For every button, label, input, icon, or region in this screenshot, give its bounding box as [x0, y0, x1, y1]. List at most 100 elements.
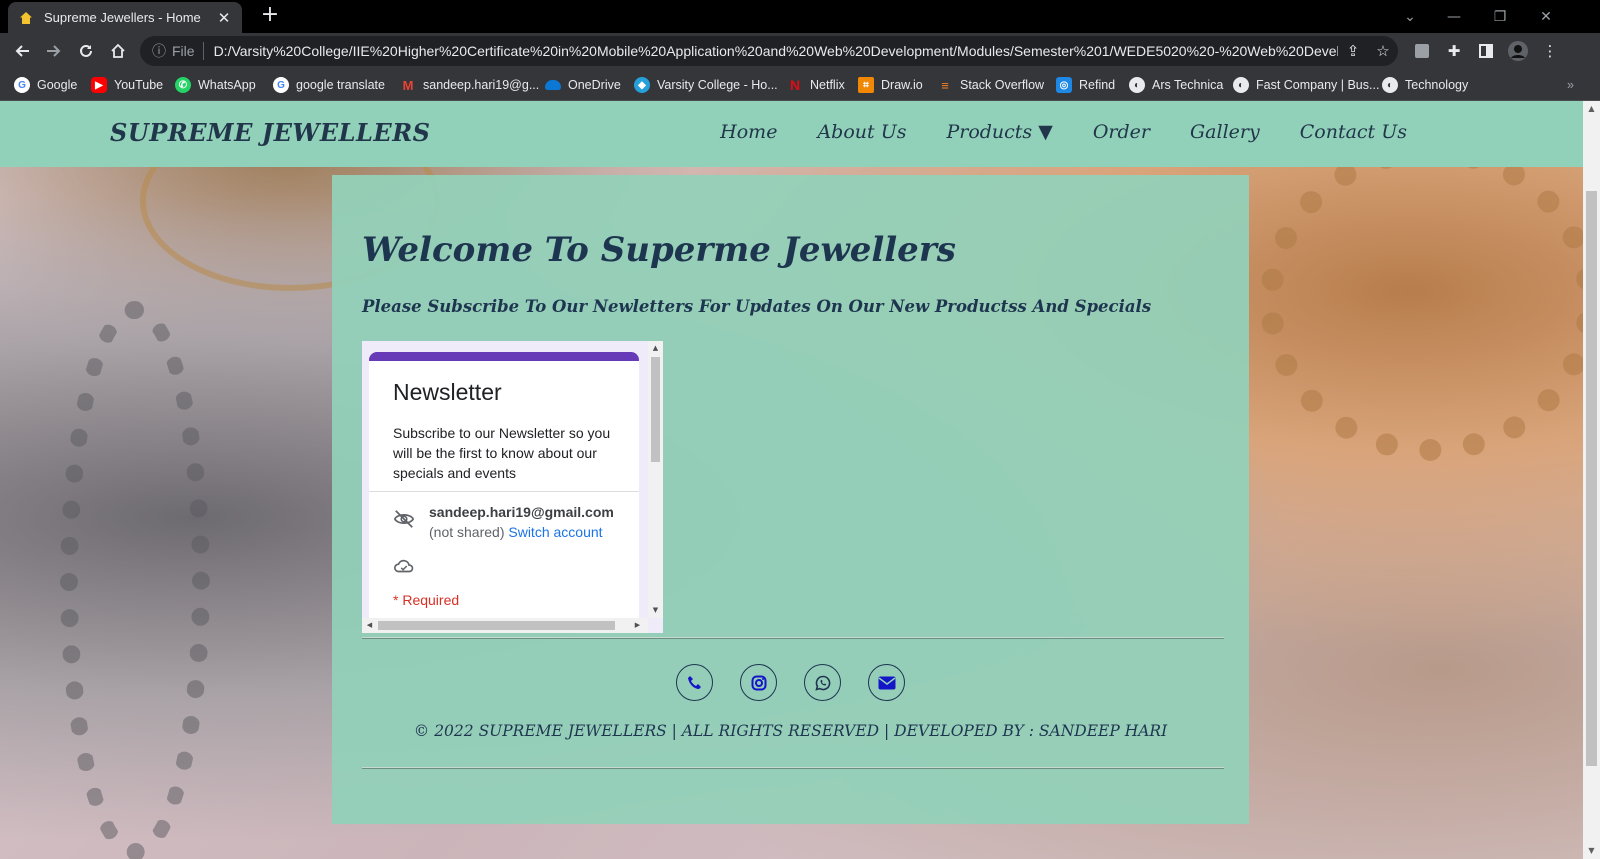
- bookmark-youtube[interactable]: ▶ YouTube: [91, 76, 163, 94]
- reload-button[interactable]: [74, 39, 98, 63]
- bookmark-netflix[interactable]: N Netflix: [787, 76, 845, 94]
- bookmark-gmail[interactable]: Msandeep.hari19@g...: [400, 76, 540, 94]
- info-icon[interactable]: ⓘ: [152, 41, 166, 61]
- form-divider: [369, 491, 639, 492]
- iframe-vertical-scrollbar[interactable]: ▲ ▼: [648, 341, 663, 618]
- brand-logo[interactable]: SUPREME JEWELLERS: [110, 118, 430, 147]
- bookmark-drawio[interactable]: ⌗ Draw.io: [858, 76, 923, 94]
- instagram-link[interactable]: [740, 664, 777, 701]
- scroll-down-arrow-icon[interactable]: ▼: [648, 603, 663, 618]
- more-bookmarks-button[interactable]: »: [1567, 76, 1574, 94]
- side-panel-icon[interactable]: [1476, 41, 1496, 61]
- youtube-icon: ▶: [91, 77, 107, 93]
- account-status: (not shared) Switch account: [429, 524, 603, 540]
- copyright-text: © 2022 SUPREME JEWELLERS | ALL RIGHTS RE…: [413, 722, 1168, 740]
- bookmark-google[interactable]: G Google: [14, 76, 77, 94]
- footer-divider-top: [362, 637, 1224, 638]
- nav-contact-us[interactable]: Contact Us: [1300, 121, 1407, 143]
- email-icon: [878, 676, 895, 689]
- browser-tab[interactable]: Supreme Jewellers - Home ✕: [8, 2, 242, 33]
- bookmark-label: YouTube: [114, 78, 164, 92]
- share-icon[interactable]: ⇪: [1338, 42, 1368, 60]
- page-scroll-down-icon[interactable]: ▼: [1583, 843, 1600, 859]
- globe-icon: ◐: [1233, 77, 1249, 93]
- scroll-up-arrow-icon[interactable]: ▲: [648, 341, 663, 356]
- main-nav: Home About Us Products ▼ Order Gallery C…: [680, 121, 1407, 143]
- instagram-icon: [751, 675, 766, 690]
- home-favicon-icon: [18, 10, 34, 26]
- page-viewport: SUPREME JEWELLERS Home About Us Products…: [0, 101, 1600, 859]
- bookmark-label: Draw.io: [881, 78, 923, 92]
- bookmark-fast-company[interactable]: ◐ Fast Company | Bus...: [1233, 76, 1379, 94]
- back-button[interactable]: [10, 39, 34, 63]
- menu-kebab-icon[interactable]: ⋮: [1540, 41, 1560, 61]
- bookmark-whatsapp[interactable]: ✆ WhatsApp: [175, 76, 256, 94]
- extension-icon[interactable]: [1412, 41, 1432, 61]
- required-note: * Required: [393, 592, 460, 608]
- form-title: Newsletter: [393, 379, 502, 405]
- whatsapp-icon: [814, 675, 830, 691]
- address-scheme: File: [172, 43, 195, 59]
- nav-about-us[interactable]: About Us: [817, 121, 906, 143]
- page-scrollbar[interactable]: ▲ ▼: [1583, 101, 1600, 859]
- nav-gallery[interactable]: Gallery: [1190, 121, 1260, 143]
- varsity-icon: ◆: [634, 77, 650, 93]
- tab-strip: Supreme Jewellers - Home ✕ + ⌄ — ❐ ✕: [0, 0, 1600, 33]
- address-url[interactable]: D:/Varsity%20College/IIE%20Higher%20Cert…: [214, 43, 1338, 59]
- switch-account-link[interactable]: Switch account: [508, 524, 602, 540]
- page-scroll-up-icon[interactable]: ▲: [1583, 101, 1600, 117]
- newsletter-form-iframe[interactable]: Newsletter Subscribe to our Newsletter s…: [362, 341, 663, 633]
- forward-button[interactable]: [42, 39, 66, 63]
- iframe-scroll-thumb[interactable]: [651, 357, 660, 462]
- bookmark-refind[interactable]: ◎ Refind: [1056, 76, 1115, 94]
- page-scroll-thumb[interactable]: [1586, 191, 1597, 766]
- scroll-right-arrow-icon[interactable]: ▶: [630, 618, 645, 633]
- bookmark-stackoverflow[interactable]: ≡ Stack Overflow: [937, 76, 1044, 94]
- extensions-puzzle-icon[interactable]: ✚: [1444, 41, 1464, 61]
- bookmark-technology[interactable]: ◐ Technology: [1382, 76, 1468, 94]
- form-description: Subscribe to our Newsletter so you will …: [393, 425, 611, 481]
- tab-title: Supreme Jewellers - Home: [44, 10, 201, 25]
- bookmarks-bar: G Google ▶ YouTube ✆ WhatsApp Ggoogle trans…: [0, 69, 1600, 101]
- bookmark-google-translate[interactable]: Ggoogle translate: [273, 76, 385, 94]
- close-window-button[interactable]: ✕: [1524, 0, 1568, 33]
- stackoverflow-icon: ≡: [941, 77, 949, 93]
- gold-chain-decoration: [1260, 141, 1600, 461]
- bookmark-varsity[interactable]: ◆ Varsity College - Ho...: [634, 76, 778, 94]
- tab-close-icon[interactable]: ✕: [216, 9, 232, 27]
- scroll-left-arrow-icon[interactable]: ◀: [362, 618, 377, 633]
- bookmark-onedrive[interactable]: OneDrive: [545, 76, 621, 94]
- nav-home[interactable]: Home: [720, 121, 777, 143]
- nav-products[interactable]: Products ▼: [946, 121, 1052, 143]
- tab-search-icon[interactable]: ⌄: [1388, 0, 1432, 33]
- iframe-horizontal-scrollbar[interactable]: ◀ ▶: [362, 618, 648, 633]
- restore-button[interactable]: ❐: [1478, 0, 1522, 33]
- iframe-hscroll-thumb[interactable]: [378, 621, 615, 630]
- address-bar[interactable]: ⓘ File D:/Varsity%20College/IIE%20Higher…: [140, 36, 1398, 66]
- browser-toolbar: ⓘ File D:/Varsity%20College/IIE%20Higher…: [0, 33, 1600, 69]
- email-link[interactable]: [868, 664, 905, 701]
- home-button[interactable]: [106, 39, 130, 63]
- whatsapp-link[interactable]: [804, 664, 841, 701]
- onedrive-icon: [545, 80, 561, 90]
- minimize-button[interactable]: —: [1432, 0, 1476, 33]
- bookmark-label: Stack Overflow: [960, 78, 1045, 92]
- nav-order[interactable]: Order: [1093, 121, 1150, 143]
- globe-icon: ◐: [1382, 77, 1398, 93]
- account-email: sandeep.hari19@gmail.com: [429, 504, 614, 520]
- phone-link[interactable]: [676, 664, 713, 701]
- google-icon: G: [273, 77, 289, 93]
- bookmark-ars-technica[interactable]: ◐ Ars Technica: [1129, 76, 1223, 94]
- bookmark-label: Refind: [1079, 78, 1116, 92]
- globe-icon: ◐: [1129, 77, 1145, 93]
- whatsapp-icon: ✆: [175, 77, 191, 93]
- silver-chain-decoration: [60, 301, 210, 859]
- bookmark-star-icon[interactable]: ☆: [1368, 42, 1398, 60]
- page-title: Welcome To Superme Jewellers: [362, 230, 956, 270]
- phone-icon: [687, 675, 701, 689]
- new-tab-button[interactable]: +: [258, 4, 282, 28]
- bookmark-label: Google: [37, 78, 78, 92]
- bookmark-label: sandeep.hari19@g...: [423, 78, 540, 92]
- bookmark-label: OneDrive: [568, 78, 621, 92]
- profile-avatar[interactable]: [1508, 41, 1528, 61]
